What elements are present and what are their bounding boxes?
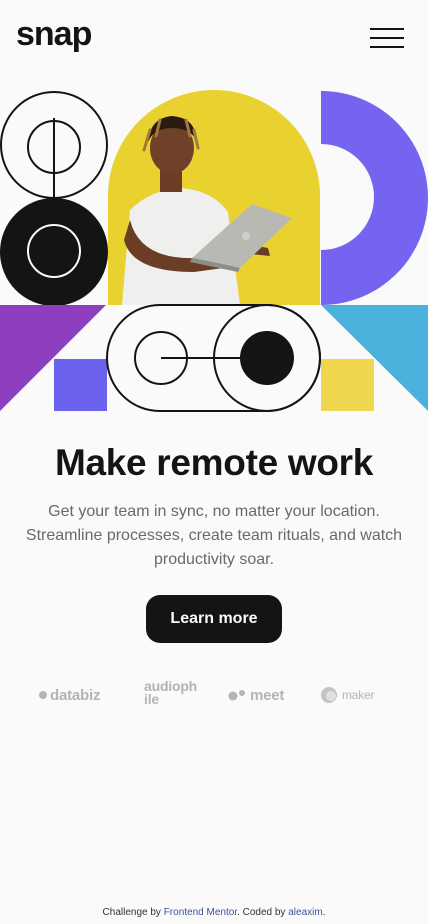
- hamburger-menu-icon[interactable]: [370, 28, 404, 50]
- meet-logo: meet: [228, 680, 284, 710]
- yellow-square: [321, 359, 374, 411]
- purple-square: [54, 359, 107, 411]
- client-logos: databiz audiophile meet maker: [0, 678, 428, 710]
- site-header: snap: [0, 0, 428, 80]
- menu-line: [370, 28, 404, 30]
- menu-line: [370, 46, 404, 48]
- page-headline: Make remote work: [54, 442, 374, 483]
- meet-dots-icon: [228, 690, 245, 701]
- yellow-arch-person: [108, 90, 320, 305]
- footer-challenge-prefix: Challenge by: [102, 907, 161, 918]
- hero-collage: [0, 90, 428, 412]
- hero-description: Get your team in sync, no matter your lo…: [25, 503, 403, 568]
- databiz-logo: databiz: [38, 680, 100, 710]
- purple-half-ring: [321, 91, 428, 305]
- footer-coded-prefix: . Coded by: [237, 907, 286, 918]
- footer-suffix: .: [322, 907, 326, 918]
- hero-illustration: [0, 90, 428, 412]
- black-circle: [0, 198, 108, 306]
- menu-line: [370, 37, 404, 39]
- pill-with-circles: [106, 304, 321, 412]
- attribution-footer: Challenge by Frontend Mentor. Coded by a…: [0, 906, 428, 920]
- outline-circle-pin: [0, 91, 108, 199]
- maker-circle-icon: [321, 687, 337, 703]
- author-link[interactable]: aleaxim: [288, 907, 322, 918]
- learn-more-button[interactable]: Learn more: [146, 595, 282, 643]
- audiophile-logo: audiophile: [144, 678, 198, 707]
- databiz-dot-icon: [39, 691, 47, 699]
- frontend-mentor-link[interactable]: Frontend Mentor: [164, 907, 237, 918]
- snap-logo[interactable]: snap: [16, 14, 92, 54]
- maker-logo: maker: [320, 680, 375, 710]
